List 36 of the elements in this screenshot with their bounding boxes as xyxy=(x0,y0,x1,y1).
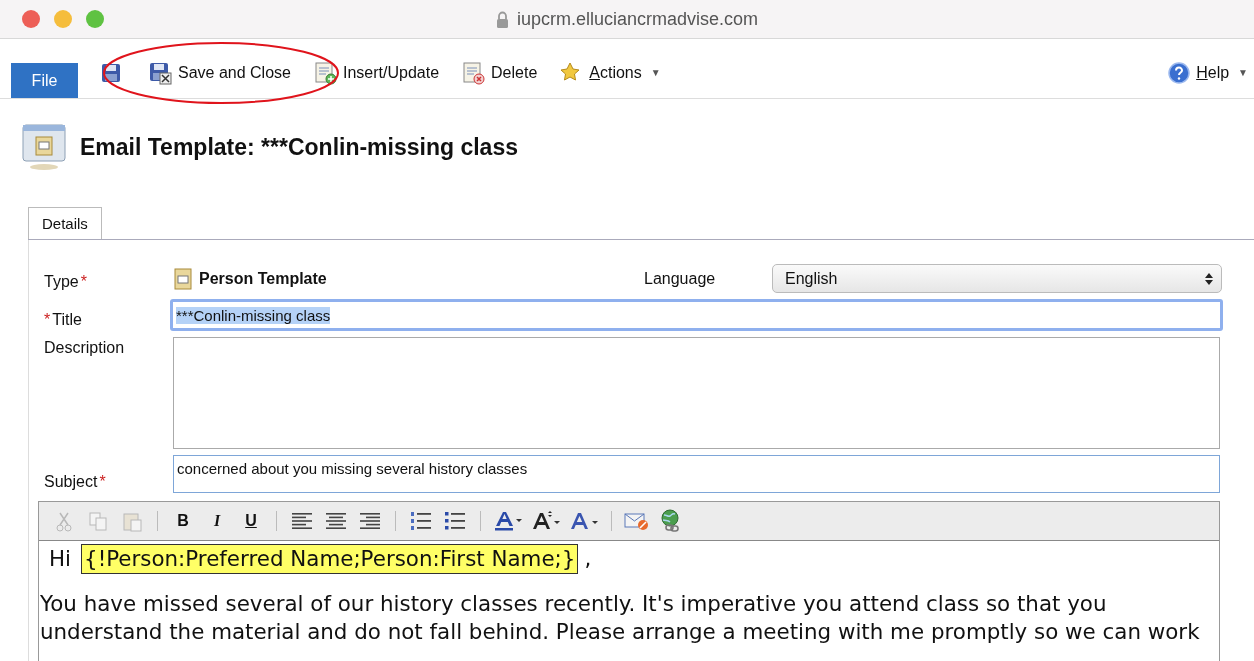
person-template-icon xyxy=(173,267,193,290)
language-select[interactable]: English xyxy=(772,264,1222,293)
format-button[interactable]: U xyxy=(236,507,266,535)
toolbar-button[interactable]: Delete xyxy=(461,60,538,85)
field-label: Language xyxy=(644,269,717,288)
field-label: Type xyxy=(44,273,79,291)
type-value: Person Template xyxy=(199,269,327,288)
field-label: Description xyxy=(44,339,125,357)
help-button[interactable]: Help ▼ xyxy=(1168,61,1248,84)
greeting-text: Hi xyxy=(49,545,72,573)
document-add-icon xyxy=(312,60,337,85)
close-window-button[interactable] xyxy=(22,10,40,28)
page-title: Email Template: ***Conlin-missing class xyxy=(80,133,518,161)
save-close-icon xyxy=(148,60,172,85)
help-icon xyxy=(1168,61,1191,84)
file-tab[interactable]: File xyxy=(11,63,78,98)
url-text: iupcrm.elluciancrmadvise.com xyxy=(516,8,759,30)
toolbar-button[interactable]: Actions ▼ xyxy=(559,60,661,85)
message-paragraph: You have missed several of our history classes recently. It's imperative you attend class so that you understand the material and do not fall behind. Please arrange a meeting with me promptly so we can work xyxy=(40,590,1201,646)
details-tab[interactable]: Details xyxy=(28,207,102,239)
required-asterisk: * xyxy=(44,311,51,329)
format-button[interactable]: I xyxy=(202,507,232,535)
required-asterisk: * xyxy=(80,273,87,291)
field-label: Subject xyxy=(44,473,98,491)
lock-icon xyxy=(495,10,509,28)
stepper-icon xyxy=(1205,271,1213,286)
document-delete-icon xyxy=(461,60,486,85)
title-field[interactable]: ***Conlin-missing class xyxy=(170,299,1223,331)
merge-field: {!Person:Preferred Name;Person:First Name;} xyxy=(81,544,579,574)
description-field[interactable] xyxy=(173,337,1220,449)
comma-text: , xyxy=(584,545,592,573)
field-label: Title xyxy=(52,311,82,329)
subject-field[interactable]: concerned about you missing several history classes xyxy=(173,455,1220,493)
toolbar-button[interactable]: Insert/Update xyxy=(312,60,440,85)
format-button[interactable]: B xyxy=(168,507,198,535)
required-asterisk: * xyxy=(99,473,106,491)
